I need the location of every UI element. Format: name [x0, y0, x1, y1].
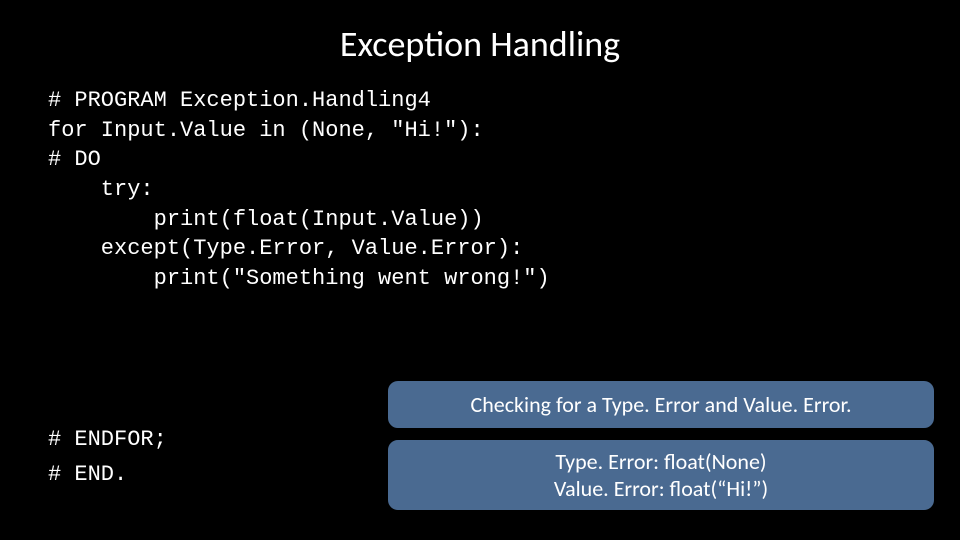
code-line-6: except(Type.Error, Value.Error): — [48, 236, 523, 261]
callout-description: Checking for a Type. Error and Value. Er… — [386, 379, 936, 430]
slide-title: Exception Handling — [0, 0, 960, 86]
callout-errors: Type. Error: float(None) Value. Error: f… — [386, 438, 936, 512]
code-line-4: try: — [48, 177, 154, 202]
callout-type-error: Type. Error: float(None) — [406, 448, 916, 475]
code-endfor: # ENDFOR; — [48, 427, 167, 452]
code-line-1: # PROGRAM Exception.Handling4 — [48, 88, 431, 113]
code-line-3: # DO — [48, 147, 101, 172]
code-line-2: for Input.Value in (None, "Hi!"): — [48, 118, 484, 143]
callout-value-error: Value. Error: float(“Hi!”) — [406, 475, 916, 502]
code-end: # END. — [48, 462, 127, 487]
code-line-7: print("Something went wrong!") — [48, 266, 550, 291]
code-line-5: print(float(Input.Value)) — [48, 207, 484, 232]
code-end-block: # ENDFOR; # END. — [48, 422, 167, 492]
callout-area: Checking for a Type. Error and Value. Er… — [386, 379, 936, 520]
code-block: # PROGRAM Exception.Handling4 for Input.… — [0, 86, 960, 294]
